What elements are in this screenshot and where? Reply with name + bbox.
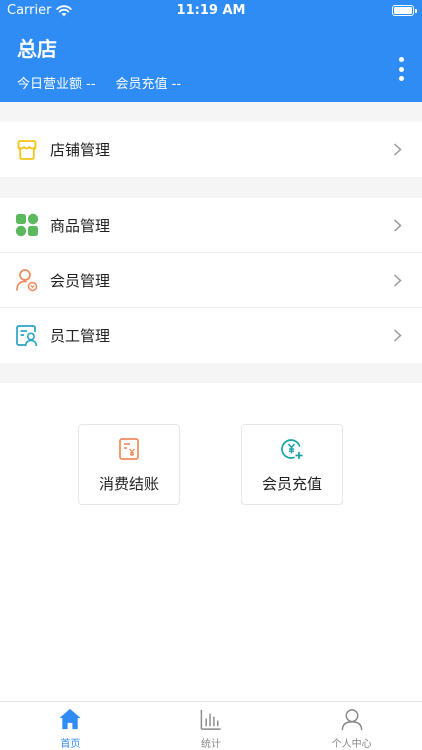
stats-icon [200, 709, 221, 730]
checkout-button[interactable]: 消费结账 [78, 424, 180, 505]
tab-label: 统计 [201, 739, 221, 750]
checkout-label: 消费结账 [98, 475, 159, 493]
tab-label: 个人中心 [331, 739, 372, 750]
menu-item-label: 店铺管理 [50, 141, 111, 159]
staff-icon [16, 324, 38, 346]
chevron-right-icon [393, 329, 402, 342]
battery-icon [392, 5, 417, 16]
chevron-right-icon [393, 219, 402, 232]
menu-item-label: 会员管理 [50, 271, 111, 290]
member-icon [16, 269, 38, 292]
chevron-right-icon [393, 274, 402, 287]
menu-item-products[interactable]: 商品管理 [0, 198, 422, 253]
header: Carrier 11:19 AM 总店 今日营业额 -- 会员充值 -- [0, 0, 422, 102]
menu-item-label: 商品管理 [50, 216, 111, 235]
recharge-button[interactable]: 会员充值 [241, 424, 343, 505]
tab-profile[interactable]: 个人中心 [281, 702, 422, 750]
clock: 11:19 AM [176, 3, 246, 18]
recharge-label: 会员充值 [261, 475, 322, 493]
status-bar: Carrier 11:19 AM [0, 0, 422, 22]
today-revenue: 今日营业额 -- [17, 77, 96, 92]
tab-stats[interactable]: 统计 [141, 702, 282, 750]
store-icon [17, 139, 37, 160]
tab-label: 首页 [60, 739, 81, 750]
more-icon[interactable] [398, 57, 404, 81]
summary: 今日营业额 -- 会员充值 -- [17, 73, 181, 92]
recharge-icon [281, 439, 303, 459]
receipt-icon [119, 438, 139, 460]
tab-home[interactable]: 首页 [0, 702, 141, 750]
menu-item-members[interactable]: 会员管理 [0, 253, 422, 308]
member-recharge-summary: 会员充值 -- [115, 77, 182, 92]
store-title[interactable]: 总店 [17, 33, 57, 62]
tab-bar: 首页 统计 个人中心 [0, 701, 422, 750]
menu-item-store[interactable]: 店铺管理 [0, 122, 422, 177]
quick-actions: 消费结账 会员充值 [0, 383, 422, 701]
home-icon [59, 708, 81, 730]
menu-item-staff[interactable]: 员工管理 [0, 308, 422, 363]
grid-icon [15, 213, 39, 237]
menu-group-store: 店铺管理 [0, 122, 422, 177]
user-icon [341, 709, 363, 731]
menu-group-management: 商品管理 会员管理 员工管理 [0, 198, 422, 363]
chevron-right-icon [393, 143, 402, 156]
menu-item-label: 员工管理 [50, 327, 111, 345]
